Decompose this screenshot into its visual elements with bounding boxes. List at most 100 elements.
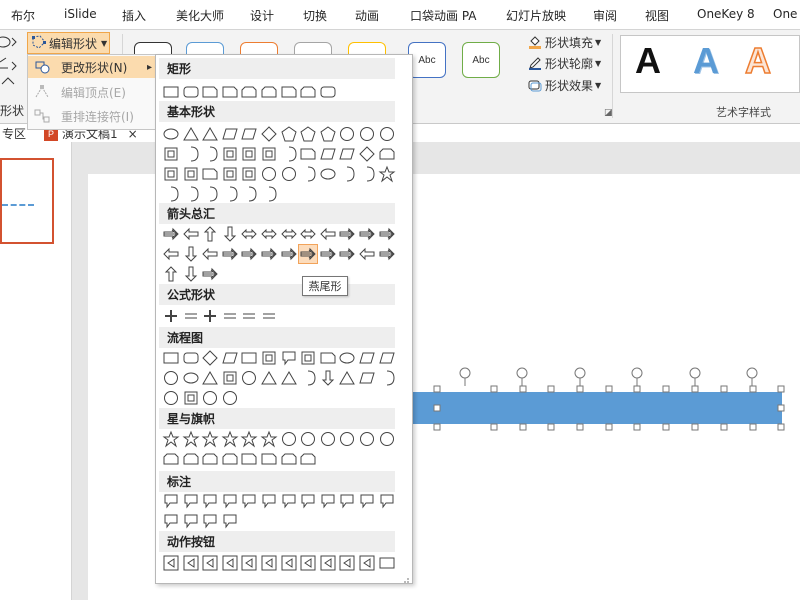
shape-option[interactable] bbox=[280, 492, 298, 510]
shape-option[interactable] bbox=[280, 245, 298, 263]
shape-option[interactable] bbox=[280, 554, 298, 572]
shape-option[interactable] bbox=[221, 185, 239, 203]
shape-option[interactable] bbox=[162, 225, 180, 243]
shape-option[interactable] bbox=[162, 389, 180, 407]
shape-option[interactable] bbox=[299, 225, 317, 243]
shape-option[interactable] bbox=[182, 430, 200, 448]
shape-option[interactable] bbox=[240, 492, 258, 510]
shape-option[interactable] bbox=[182, 369, 200, 387]
shape-option[interactable] bbox=[201, 430, 219, 448]
shape-option[interactable] bbox=[358, 245, 376, 263]
shape-option[interactable] bbox=[299, 369, 317, 387]
shape-option[interactable] bbox=[299, 554, 317, 572]
shape-option[interactable] bbox=[162, 145, 180, 163]
style-preset-7[interactable]: Abc bbox=[462, 42, 500, 78]
shape-option[interactable] bbox=[358, 492, 376, 510]
shape-option[interactable] bbox=[378, 165, 396, 183]
shape-option[interactable] bbox=[162, 430, 180, 448]
shape-option[interactable] bbox=[221, 225, 239, 243]
tab-animation[interactable]: 动画 bbox=[355, 7, 379, 24]
shape-option[interactable] bbox=[240, 245, 258, 263]
shape-option[interactable] bbox=[201, 225, 219, 243]
shape-option[interactable] bbox=[299, 492, 317, 510]
shape-option[interactable] bbox=[221, 450, 239, 468]
shape-option[interactable] bbox=[299, 450, 317, 468]
shape-option[interactable] bbox=[162, 245, 180, 263]
shape-option[interactable] bbox=[280, 145, 298, 163]
shape-option[interactable] bbox=[162, 512, 180, 530]
shape-option[interactable] bbox=[299, 145, 317, 163]
shape-option[interactable] bbox=[240, 554, 258, 572]
shape-option[interactable] bbox=[338, 225, 356, 243]
shape-option[interactable] bbox=[319, 145, 337, 163]
shape-option[interactable] bbox=[260, 554, 278, 572]
edit-points-item[interactable]: 编辑顶点(E) bbox=[28, 81, 158, 103]
shape-option[interactable] bbox=[319, 165, 337, 183]
shape-option[interactable] bbox=[162, 265, 180, 283]
shape-option[interactable] bbox=[319, 225, 337, 243]
shape-option[interactable] bbox=[358, 430, 376, 448]
shape-option[interactable] bbox=[338, 492, 356, 510]
shape-option[interactable] bbox=[378, 492, 396, 510]
change-shape-item[interactable]: 更改形状(N) ▸ bbox=[28, 56, 158, 78]
shape-option[interactable] bbox=[240, 165, 258, 183]
shape-option[interactable] bbox=[299, 83, 317, 101]
shape-option[interactable] bbox=[280, 349, 298, 367]
shape-option[interactable] bbox=[221, 430, 239, 448]
shape-option[interactable] bbox=[162, 307, 180, 325]
shape-option[interactable] bbox=[221, 349, 239, 367]
tab-pocket-animation[interactable]: 口袋动画 PA bbox=[410, 7, 477, 24]
shape-option[interactable] bbox=[201, 125, 219, 143]
shape-option[interactable] bbox=[319, 430, 337, 448]
shape-option[interactable] bbox=[358, 554, 376, 572]
shape-option[interactable] bbox=[280, 369, 298, 387]
shape-option[interactable] bbox=[338, 349, 356, 367]
shape-option[interactable] bbox=[182, 492, 200, 510]
shape-option[interactable] bbox=[201, 389, 219, 407]
shape-option[interactable] bbox=[378, 349, 396, 367]
shape-option[interactable] bbox=[201, 512, 219, 530]
shape-option[interactable] bbox=[260, 225, 278, 243]
shape-option[interactable] bbox=[240, 83, 258, 101]
shape-option[interactable] bbox=[182, 554, 200, 572]
shape-option[interactable] bbox=[338, 245, 356, 263]
shape-option[interactable] bbox=[240, 145, 258, 163]
shape-option[interactable] bbox=[162, 492, 180, 510]
shape-option[interactable] bbox=[358, 369, 376, 387]
shape-option[interactable] bbox=[260, 492, 278, 510]
shape-insert-fragment[interactable] bbox=[0, 32, 26, 98]
shape-option[interactable] bbox=[221, 83, 239, 101]
shape-option[interactable] bbox=[201, 165, 219, 183]
shape-option[interactable] bbox=[221, 554, 239, 572]
shape-option[interactable] bbox=[182, 185, 200, 203]
tab-islide[interactable]: iSlide bbox=[64, 7, 97, 21]
shape-option[interactable] bbox=[201, 265, 219, 283]
shape-option[interactable] bbox=[280, 125, 298, 143]
tab-one-truncated[interactable]: One bbox=[773, 7, 797, 21]
shape-effects-button[interactable]: 形状效果 ▼ bbox=[528, 76, 601, 94]
shape-option[interactable] bbox=[260, 185, 278, 203]
shape-option[interactable] bbox=[182, 165, 200, 183]
shape-option[interactable] bbox=[201, 492, 219, 510]
tab-design[interactable]: 设计 bbox=[250, 7, 274, 24]
shape-option[interactable] bbox=[162, 185, 180, 203]
shape-option[interactable] bbox=[358, 125, 376, 143]
shape-option[interactable] bbox=[201, 245, 219, 263]
shape-option[interactable] bbox=[162, 369, 180, 387]
shape-option[interactable] bbox=[358, 349, 376, 367]
reroute-connectors-item[interactable]: 重排连接符(I) bbox=[28, 105, 158, 127]
shape-option[interactable] bbox=[162, 125, 180, 143]
wordart-style-black[interactable]: A bbox=[635, 40, 661, 82]
shape-fill-button[interactable]: 形状填充 ▼ bbox=[528, 33, 601, 51]
shape-option[interactable] bbox=[182, 349, 200, 367]
shape-option[interactable] bbox=[280, 430, 298, 448]
shape-option[interactable] bbox=[182, 389, 200, 407]
edit-shape-button[interactable]: 编辑形状 ▼ bbox=[27, 32, 110, 54]
shape-option[interactable] bbox=[240, 307, 258, 325]
shape-option[interactable] bbox=[280, 83, 298, 101]
shape-option[interactable] bbox=[201, 307, 219, 325]
shape-option[interactable] bbox=[280, 450, 298, 468]
shape-option[interactable] bbox=[378, 430, 396, 448]
shape-option[interactable] bbox=[338, 554, 356, 572]
shape-option[interactable] bbox=[299, 349, 317, 367]
